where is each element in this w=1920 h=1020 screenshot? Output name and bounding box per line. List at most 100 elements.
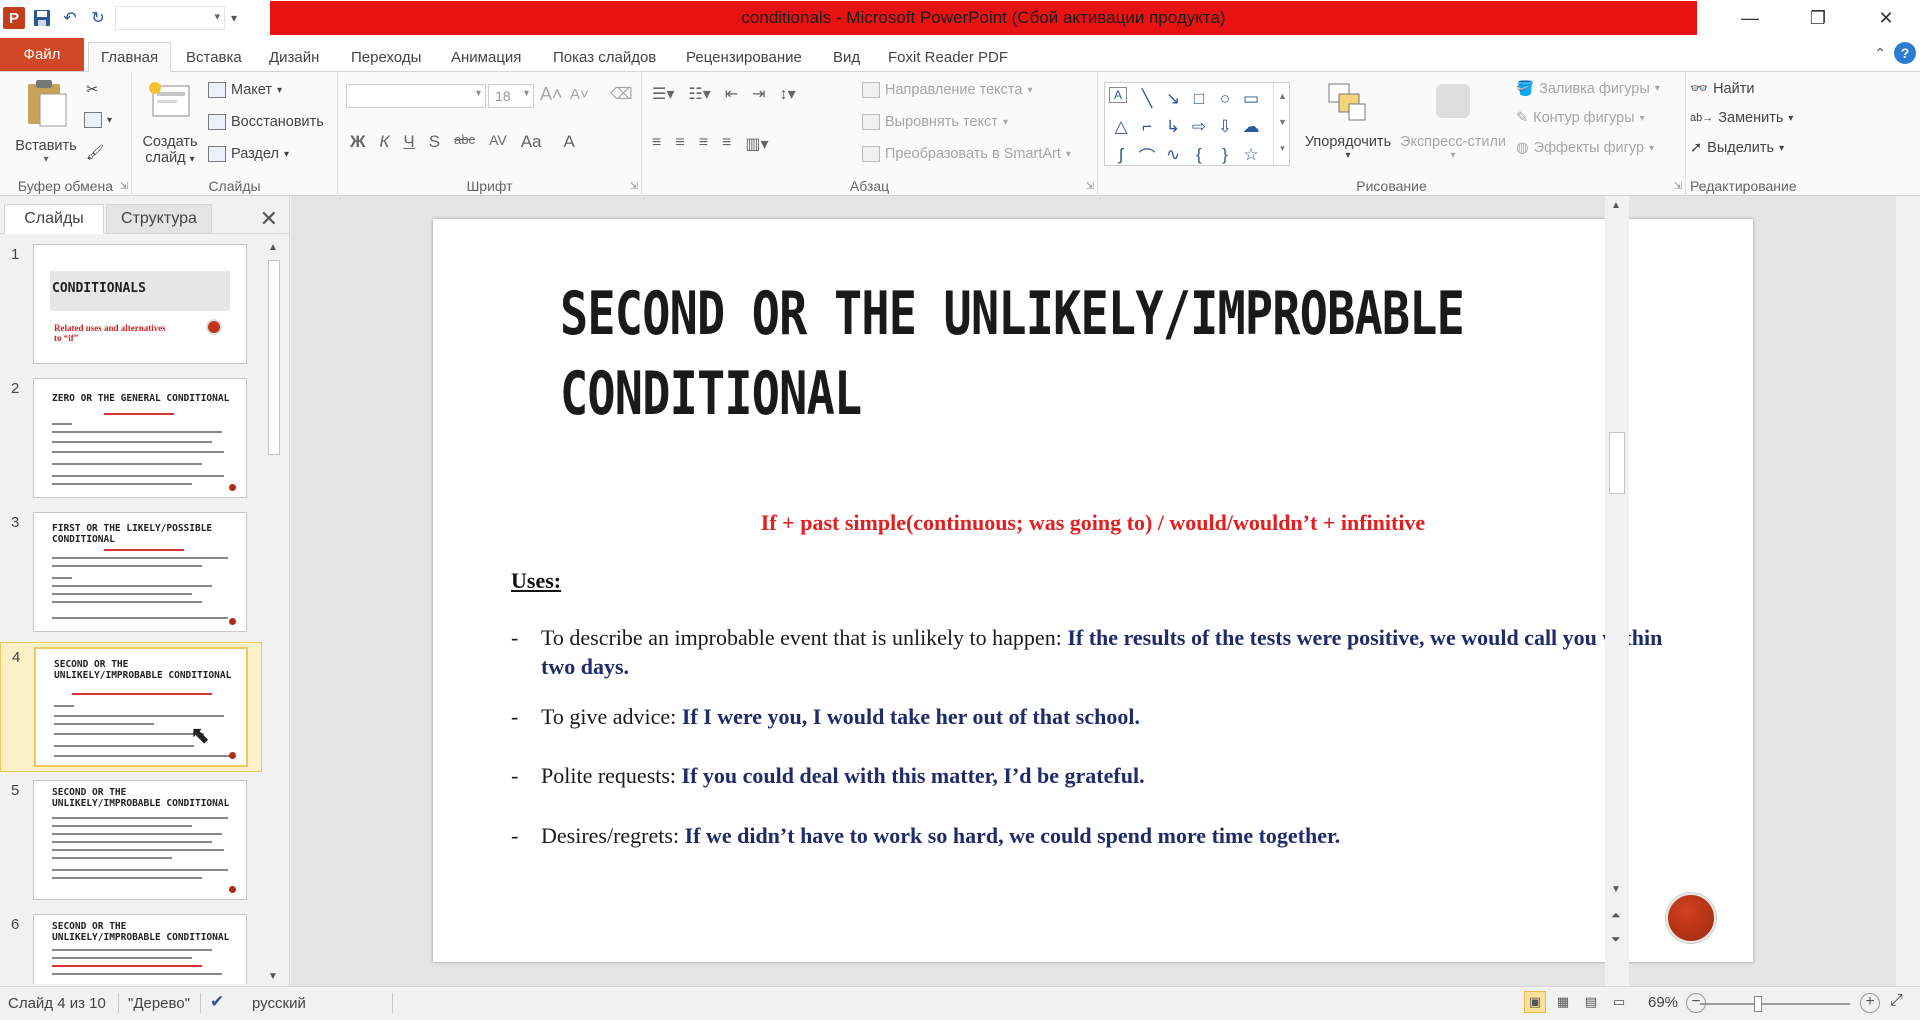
textbox-shape-icon[interactable]: A bbox=[1109, 87, 1127, 103]
justify-icon[interactable]: ≡ bbox=[722, 134, 731, 154]
brace-right-shape-icon[interactable]: } bbox=[1213, 143, 1237, 167]
freeform-shape-icon[interactable]: ʃ bbox=[1109, 143, 1133, 167]
text-direction-button[interactable]: Направление текста ▾ bbox=[862, 82, 1032, 98]
thumbnail-row[interactable]: 3 FIRST OR THE LIKELY/POSSIBLE CONDITION… bbox=[0, 508, 262, 638]
shape-effects-button[interactable]: ◍ Эффекты фигур ▾ bbox=[1516, 140, 1654, 156]
redo-icon[interactable]: ↻ bbox=[87, 6, 109, 30]
font-size-combo[interactable]: 18 bbox=[488, 84, 534, 108]
bullets-icon[interactable]: ☰▾ bbox=[652, 84, 674, 104]
current-slide[interactable]: SECOND OR THE UNLIKELY/IMPROBABLE CONDIT… bbox=[433, 219, 1753, 962]
grow-font-icon[interactable]: A˄ bbox=[540, 84, 563, 105]
drawing-launcher-icon[interactable]: ⇲ bbox=[1674, 181, 1682, 192]
quick-styles-button[interactable]: Экспресс-стили ▾ bbox=[1398, 80, 1508, 161]
columns-icon[interactable]: ▥▾ bbox=[745, 134, 768, 154]
slide-thumbnail[interactable]: CONDITIONALS Related uses and alternativ… bbox=[33, 244, 247, 364]
scroll-down-icon[interactable]: ▼ bbox=[1611, 884, 1621, 895]
reading-view-icon[interactable]: ▤ bbox=[1580, 991, 1602, 1013]
qat-combo[interactable] bbox=[115, 6, 225, 30]
help-icon[interactable]: ? bbox=[1894, 42, 1916, 64]
shape-fill-button[interactable]: 🪣 Заливка фигуры ▾ bbox=[1516, 80, 1660, 98]
reset-button[interactable]: Восстановить bbox=[208, 114, 324, 130]
scroll-up-icon[interactable]: ▲ bbox=[1611, 200, 1621, 211]
tab-slides[interactable]: Слайды bbox=[4, 204, 104, 234]
save-icon[interactable] bbox=[31, 6, 53, 30]
underline-icon[interactable]: Ч bbox=[403, 132, 414, 152]
line-spacing-icon[interactable]: ↕▾ bbox=[780, 84, 796, 104]
zoom-in-icon[interactable]: + bbox=[1860, 993, 1880, 1013]
thumbnail-row[interactable]: 2 ZERO OR THE GENERAL CONDITIONAL bbox=[0, 374, 262, 504]
normal-view-icon[interactable]: ▣ bbox=[1524, 991, 1546, 1013]
tab-insert[interactable]: Вставка bbox=[174, 42, 254, 72]
align-right-icon[interactable]: ≡ bbox=[699, 134, 708, 154]
increase-indent-icon[interactable]: ⇥ bbox=[752, 84, 765, 104]
clipboard-launcher-icon[interactable]: ⇲ bbox=[120, 181, 128, 192]
slide-scroll-thumb[interactable] bbox=[1609, 432, 1625, 494]
scroll-thumb[interactable] bbox=[268, 260, 280, 455]
bold-icon[interactable]: Ж bbox=[350, 132, 365, 152]
shapes-scroll[interactable]: ▲ ▼ ▾ bbox=[1273, 83, 1291, 167]
arrange-button[interactable]: Упорядочить ▾ bbox=[1298, 80, 1398, 161]
slide-thumbnail[interactable]: SECOND OR THE UNLIKELY/IMPROBABLE CONDIT… bbox=[34, 647, 248, 767]
uses-heading[interactable]: Uses: bbox=[511, 568, 561, 594]
slide-thumbnail[interactable]: SECOND OR THE UNLIKELY/IMPROBABLE CONDIT… bbox=[33, 780, 247, 900]
slide-title[interactable]: SECOND OR THE UNLIKELY/IMPROBABLE CONDIT… bbox=[560, 274, 1652, 434]
restore-icon[interactable]: ❐ bbox=[1784, 0, 1852, 36]
align-center-icon[interactable]: ≡ bbox=[675, 134, 684, 154]
zoom-level[interactable]: 69% bbox=[1648, 994, 1678, 1011]
font-launcher-icon[interactable]: ⇲ bbox=[630, 181, 638, 192]
paste-button[interactable]: Вставить ▾ bbox=[8, 78, 84, 165]
align-left-icon[interactable]: ≡ bbox=[652, 134, 661, 154]
star-shape-icon[interactable]: ☆ bbox=[1239, 143, 1263, 167]
right-arrow-shape-icon[interactable]: ⇨ bbox=[1187, 115, 1211, 139]
scroll-down-icon[interactable]: ▼ bbox=[268, 971, 278, 982]
elbow-connector-icon[interactable]: ⌐ bbox=[1135, 115, 1159, 139]
zoom-slider-knob[interactable] bbox=[1754, 996, 1762, 1012]
tab-foxit[interactable]: Foxit Reader PDF bbox=[876, 42, 1020, 72]
slide-scrollbar[interactable]: ▲ ▼ ⏶ ⏷ bbox=[1605, 196, 1629, 986]
zoom-slider[interactable] bbox=[1700, 1003, 1850, 1005]
slide-thumbnail[interactable]: SECOND OR THE UNLIKELY/IMPROBABLE CONDIT… bbox=[33, 914, 247, 984]
arrow-line-shape-icon[interactable]: ↘ bbox=[1161, 87, 1185, 111]
customize-qat-icon[interactable]: ▾ bbox=[231, 11, 247, 25]
down-arrow-shape-icon[interactable]: ⇩ bbox=[1213, 115, 1237, 139]
font-color-icon[interactable]: A bbox=[564, 132, 575, 152]
new-slide-button[interactable]: Создать слайд ▾ bbox=[138, 80, 202, 166]
sorter-view-icon[interactable]: ▦ bbox=[1552, 991, 1574, 1013]
tab-slideshow[interactable]: Показ слайдов bbox=[541, 42, 668, 72]
thumbnail-row-selected[interactable]: 4 SECOND OR THE UNLIKELY/IMPROBABLE COND… bbox=[0, 642, 262, 772]
language-indicator[interactable]: русский bbox=[252, 995, 306, 1012]
triangle-shape-icon[interactable]: △ bbox=[1109, 115, 1133, 139]
shadow-icon[interactable]: S bbox=[429, 132, 440, 152]
copy-icon[interactable]: ▾ bbox=[84, 112, 112, 128]
thumbnail-row[interactable]: 5 SECOND OR THE UNLIKELY/IMPROBABLE COND… bbox=[0, 776, 262, 906]
tab-animation[interactable]: Анимация bbox=[439, 42, 533, 72]
shapes-gallery[interactable]: A ╲ ↘ □ ○ ▭ △ ⌐ ↳ ⇨ ⇩ ☁ ʃ ⌒ ∿ { } ☆ ▲ ▼ … bbox=[1104, 82, 1291, 167]
slide-bullet[interactable]: - Polite requests: If you could deal wit… bbox=[511, 761, 1691, 790]
flowchart-shape-icon[interactable]: ☁ bbox=[1239, 115, 1263, 139]
rounded-rect-shape-icon[interactable]: ▭ bbox=[1239, 87, 1263, 111]
arc-shape-icon[interactable]: ⌒ bbox=[1135, 143, 1159, 167]
collapse-ribbon-icon[interactable]: ⌃ bbox=[1874, 45, 1886, 62]
strikethrough-icon[interactable]: abc bbox=[454, 132, 475, 152]
tab-review[interactable]: Рецензирование bbox=[674, 42, 814, 72]
cut-icon[interactable]: ✂ bbox=[86, 82, 98, 98]
previous-slide-icon[interactable]: ⏶ bbox=[1611, 908, 1621, 923]
fit-slide-icon[interactable]: ⤢ bbox=[1890, 992, 1903, 1010]
oval-shape-icon[interactable]: ○ bbox=[1213, 87, 1237, 111]
align-text-button[interactable]: Выровнять текст ▾ bbox=[862, 114, 1008, 130]
tab-transitions[interactable]: Переходы bbox=[339, 42, 433, 72]
change-case-icon[interactable]: Aa bbox=[521, 132, 542, 152]
scroll-up-icon[interactable]: ▲ bbox=[268, 242, 278, 253]
layout-button[interactable]: Макет ▾ bbox=[208, 82, 282, 98]
thumbnail-row[interactable]: 6 SECOND OR THE UNLIKELY/IMPROBABLE COND… bbox=[0, 910, 262, 984]
thumbnail-scrollbar[interactable]: ▲ ▼ bbox=[264, 240, 284, 984]
slide-formula[interactable]: If + past simple(continuous; was going t… bbox=[433, 510, 1753, 536]
clear-format-icon[interactable]: ⌫ bbox=[610, 84, 633, 104]
tab-design[interactable]: Дизайн bbox=[257, 42, 331, 72]
next-slide-icon[interactable]: ⏷ bbox=[1611, 932, 1621, 947]
shrink-font-icon[interactable]: A˅ bbox=[570, 86, 589, 103]
numbering-icon[interactable]: ☷▾ bbox=[688, 84, 710, 104]
tab-home[interactable]: Главная bbox=[88, 42, 172, 72]
select-button[interactable]: ➚ Выделить ▾ bbox=[1690, 140, 1784, 156]
font-name-combo[interactable] bbox=[346, 84, 486, 108]
